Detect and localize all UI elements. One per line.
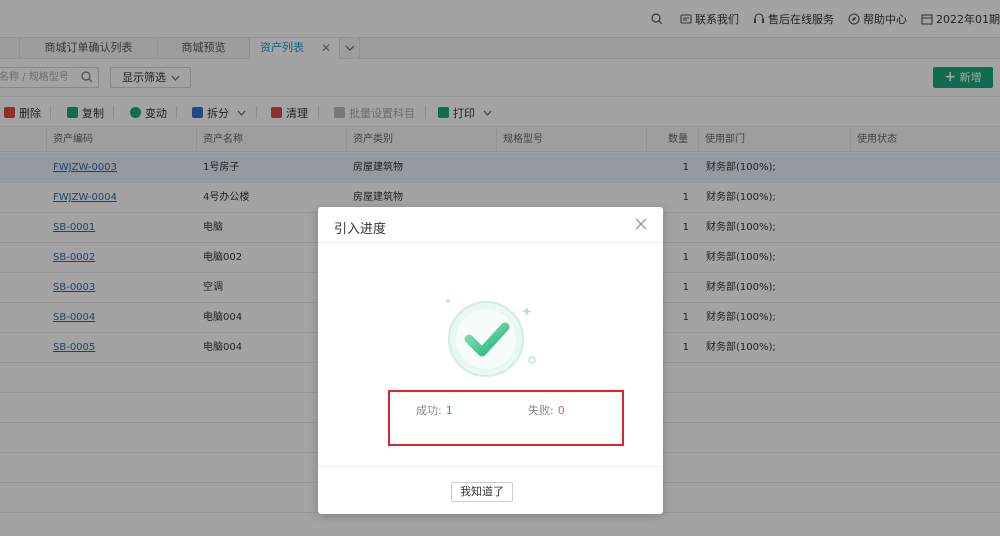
- dialog-footer: 我知道了: [318, 466, 663, 514]
- success-value: 1: [445, 404, 453, 417]
- dialog-header: 引入进度: [318, 207, 663, 243]
- import-progress-dialog: 引入进度 成功: 1 失败: 0 我知道了: [318, 207, 663, 514]
- fail-count: 失败: 0: [528, 402, 565, 418]
- result-highlight-box: [388, 390, 624, 446]
- fail-label: 失败:: [528, 404, 554, 417]
- dialog-title: 引入进度: [334, 222, 387, 237]
- got-it-button[interactable]: 我知道了: [451, 482, 513, 502]
- success-count: 成功: 1: [416, 402, 453, 418]
- close-icon[interactable]: [635, 218, 647, 230]
- success-label: 成功:: [416, 404, 442, 417]
- success-check-icon: [446, 299, 536, 377]
- fail-value: 0: [557, 404, 565, 417]
